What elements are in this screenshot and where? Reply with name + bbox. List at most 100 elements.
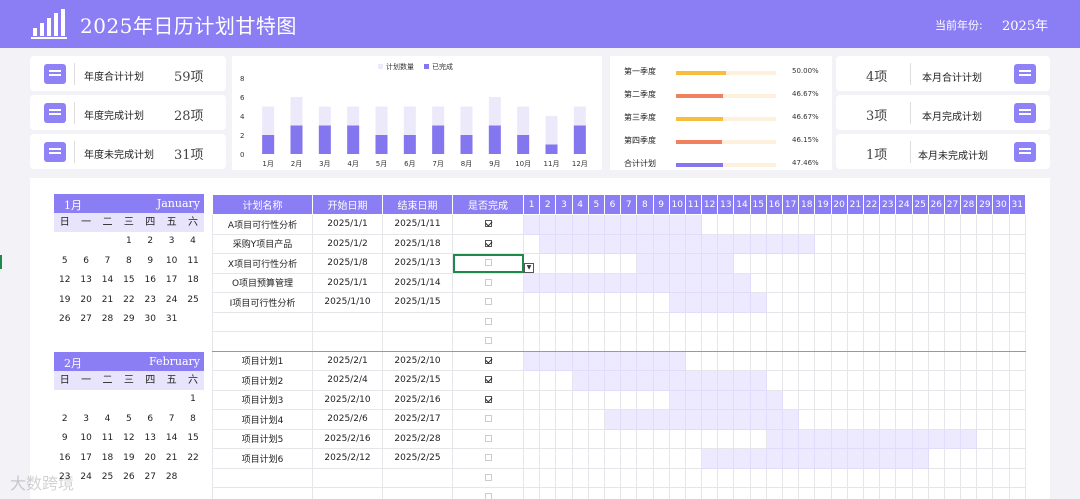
table-row[interactable]: A项目可行性分析 2025/1/1 2025/1/11 <box>212 214 1026 235</box>
day-header[interactable]: 4 <box>571 194 589 215</box>
bar-done[interactable] <box>347 125 360 155</box>
calendar-day[interactable]: 2 <box>54 410 75 430</box>
calendar-day[interactable]: 7 <box>97 252 118 272</box>
cell-done[interactable] <box>452 214 524 235</box>
calendar-day[interactable] <box>75 232 96 252</box>
calendar-day[interactable]: 23 <box>140 291 161 311</box>
current-year-value[interactable]: 2025年 <box>1002 15 1048 34</box>
day-header[interactable]: 3 <box>555 194 573 215</box>
cell-name[interactable]: 项目计划6 <box>212 448 313 469</box>
cell-name[interactable]: 项目计划1 <box>212 350 313 371</box>
table-row[interactable]: 项目计划3 2025/2/10 2025/2/16 <box>212 389 1026 410</box>
day-header[interactable]: 28 <box>960 194 978 215</box>
cell-end[interactable]: 2025/1/18 <box>382 233 453 254</box>
cell-done[interactable] <box>452 331 524 352</box>
table-row[interactable]: O项目预算管理 2025/1/1 2025/1/14 <box>212 272 1026 293</box>
cell-done[interactable] <box>452 409 524 430</box>
cell-start[interactable]: 2025/2/16 <box>312 428 383 449</box>
bar-done[interactable] <box>573 125 586 155</box>
cell-name[interactable] <box>212 311 313 332</box>
bar-done[interactable] <box>375 135 388 154</box>
calendar-day[interactable]: 20 <box>140 449 161 469</box>
cell-done[interactable] <box>452 292 524 313</box>
calendar-day[interactable]: 20 <box>75 291 96 311</box>
dropdown-arrow-icon[interactable]: ▼ <box>524 263 534 273</box>
day-header[interactable]: 17 <box>781 194 800 215</box>
calendar-day[interactable]: 25 <box>97 468 118 488</box>
cell-end[interactable]: 2025/2/17 <box>382 409 453 430</box>
day-header[interactable]: 1 <box>522 194 541 215</box>
cell-start[interactable] <box>312 467 383 488</box>
cell-end[interactable]: 2025/2/25 <box>382 448 453 469</box>
day-header[interactable]: 23 <box>879 194 897 215</box>
day-header[interactable]: 13 <box>717 194 735 215</box>
calendar-day[interactable]: 15 <box>118 271 139 291</box>
checkbox-checked[interactable] <box>484 376 492 384</box>
bar-done[interactable] <box>488 125 501 155</box>
cell-end[interactable]: 2025/1/13 <box>382 253 453 274</box>
cell-name[interactable] <box>212 487 313 499</box>
table-row[interactable]: 项目计划4 2025/2/6 2025/2/17 <box>212 409 1026 430</box>
calendar-day[interactable]: 28 <box>161 468 182 488</box>
cell-name[interactable]: 项目计划2 <box>212 370 313 391</box>
calendar-day[interactable]: 6 <box>140 410 161 430</box>
calendar-day[interactable]: 3 <box>75 410 96 430</box>
cell-name[interactable]: 项目计划4 <box>212 409 313 430</box>
calendar-day[interactable]: 22 <box>118 291 139 311</box>
calendar-day[interactable]: 12 <box>118 429 139 449</box>
cell-done[interactable] <box>452 487 524 499</box>
calendar-day[interactable]: 2 <box>140 232 161 252</box>
table-row[interactable]: 项目计划5 2025/2/16 2025/2/28 <box>212 428 1026 449</box>
checkbox-checked[interactable] <box>484 220 492 228</box>
table-row[interactable]: 采购Y项目产品 2025/1/2 2025/1/18 <box>212 233 1026 254</box>
cell-name[interactable]: 项目计划3 <box>212 389 313 410</box>
bar-done[interactable] <box>517 135 530 154</box>
calendar-day[interactable]: 30 <box>140 310 161 330</box>
table-row[interactable] <box>212 311 1026 332</box>
cell-start[interactable]: 2025/1/10 <box>312 292 383 313</box>
day-header[interactable]: 31 <box>1008 194 1026 215</box>
calendar-day[interactable]: 5 <box>118 410 139 430</box>
cell-name[interactable]: I项目可行性分析 <box>212 292 313 313</box>
calendar-day[interactable] <box>161 390 182 410</box>
cell-name[interactable]: A项目可行性分析 <box>212 214 313 235</box>
calendar-day[interactable]: 6 <box>75 252 96 272</box>
calendar-day[interactable]: 8 <box>182 410 203 430</box>
calendar-day[interactable]: 18 <box>182 271 203 291</box>
day-header[interactable]: 12 <box>701 194 719 215</box>
checkbox-unchecked[interactable] <box>484 259 492 267</box>
cell-name[interactable]: O项目预算管理 <box>212 272 313 293</box>
day-header[interactable]: 25 <box>911 194 929 215</box>
calendar-day[interactable]: 10 <box>75 429 96 449</box>
calendar-day[interactable] <box>118 390 139 410</box>
cell-done[interactable] <box>452 448 524 469</box>
cell-start[interactable]: 2025/1/1 <box>312 272 383 293</box>
checkbox-unchecked[interactable] <box>484 473 492 481</box>
cell-start[interactable]: 2025/2/1 <box>312 350 383 371</box>
day-header[interactable]: 24 <box>895 194 913 215</box>
day-header[interactable]: 16 <box>765 194 784 215</box>
table-row[interactable]: 项目计划1 2025/2/1 2025/2/10 <box>212 350 1026 371</box>
bar-done[interactable] <box>432 125 445 155</box>
day-header[interactable]: 27 <box>943 194 962 215</box>
day-header[interactable]: 2 <box>539 194 557 215</box>
calendar-day[interactable]: 27 <box>140 468 161 488</box>
cell-start[interactable]: 2025/1/2 <box>312 233 383 254</box>
cell-done[interactable] <box>452 428 524 449</box>
cell-start[interactable]: 2025/2/10 <box>312 389 383 410</box>
bar-done[interactable] <box>262 135 275 154</box>
checkbox-checked[interactable] <box>484 395 492 403</box>
calendar-day[interactable]: 27 <box>75 310 96 330</box>
cell-name[interactable]: 采购Y项目产品 <box>212 233 313 254</box>
day-header[interactable]: 6 <box>603 194 622 215</box>
cell-done[interactable] <box>452 467 524 488</box>
cell-name[interactable]: X项目可行性分析 <box>212 253 313 274</box>
cell-done[interactable] <box>452 370 524 391</box>
cell-name[interactable] <box>212 331 313 352</box>
cell-start[interactable]: 2025/1/1 <box>312 214 383 235</box>
day-header[interactable]: 26 <box>927 194 945 215</box>
cell-done[interactable] <box>452 272 524 293</box>
calendar-day[interactable]: 29 <box>118 310 139 330</box>
bar-done[interactable] <box>318 125 331 155</box>
cell-start[interactable]: 2025/1/8 <box>312 253 383 274</box>
